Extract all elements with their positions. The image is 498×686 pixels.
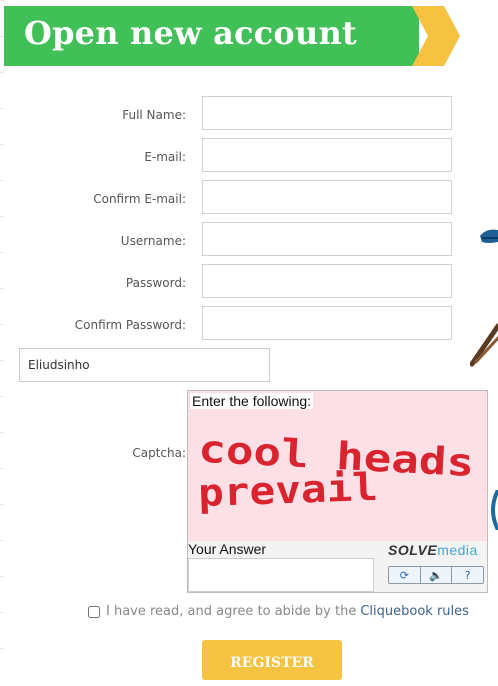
agree-row: I have read, and agree to abide by the C…: [88, 604, 469, 619]
password-label: Password:: [125, 276, 186, 290]
decorative-shoe-icon: [480, 229, 498, 243]
brand-media: media: [437, 542, 478, 558]
confirm-password-field[interactable]: [202, 306, 452, 340]
captcha-label: Captcha:: [132, 446, 186, 460]
brand-solve: SOLVE: [388, 542, 438, 558]
email-field[interactable]: [202, 138, 452, 172]
refresh-captcha-button[interactable]: ⟳: [389, 567, 421, 583]
full-name-label: Full Name:: [122, 108, 186, 122]
extra-text-field[interactable]: [19, 348, 270, 382]
captcha-instruction: Enter the following:: [190, 393, 314, 409]
captcha-line-2: prevail: [197, 465, 378, 515]
captcha-answer-input[interactable]: [188, 558, 374, 592]
refresh-icon: ⟳: [399, 568, 409, 582]
audio-captcha-button[interactable]: 🔈: [420, 567, 453, 583]
help-captcha-button[interactable]: ?: [452, 567, 483, 583]
confirm-email-label: Confirm E-mail:: [93, 192, 186, 206]
speaker-icon: 🔈: [429, 568, 443, 582]
decorative-stick-icon: [470, 323, 498, 367]
captcha-widget: cool heads prevail Enter the following: …: [187, 390, 488, 593]
page-header: Open new account: [4, 6, 460, 66]
agree-checkbox[interactable]: [88, 605, 100, 618]
answer-label: Your Answer: [188, 541, 267, 557]
username-field[interactable]: [202, 222, 452, 256]
agree-text: I have read, and agree to abide by the: [106, 604, 357, 619]
page-title: Open new account: [24, 14, 357, 52]
captcha-image: cool heads prevail Enter the following:: [188, 391, 487, 541]
decorative-blue-shape-icon: [491, 490, 498, 530]
username-label: Username:: [120, 234, 186, 248]
email-label: E-mail:: [144, 150, 186, 164]
captcha-controls: ⟳ 🔈 ?: [388, 566, 484, 584]
left-edge-lines: [0, 0, 4, 669]
help-icon: ?: [464, 568, 471, 582]
confirm-password-label: Confirm Password:: [74, 318, 186, 332]
captcha-text-graphic: cool heads prevail: [197, 427, 475, 515]
confirm-email-field[interactable]: [202, 180, 452, 214]
password-field[interactable]: [202, 264, 452, 298]
rules-link[interactable]: Cliquebook rules: [360, 604, 469, 619]
register-button[interactable]: REGISTER: [202, 640, 342, 680]
full-name-field[interactable]: [202, 96, 452, 130]
header-chevron-icon: [412, 6, 460, 66]
solvemedia-logo: SOLVEmedia: [388, 542, 478, 558]
